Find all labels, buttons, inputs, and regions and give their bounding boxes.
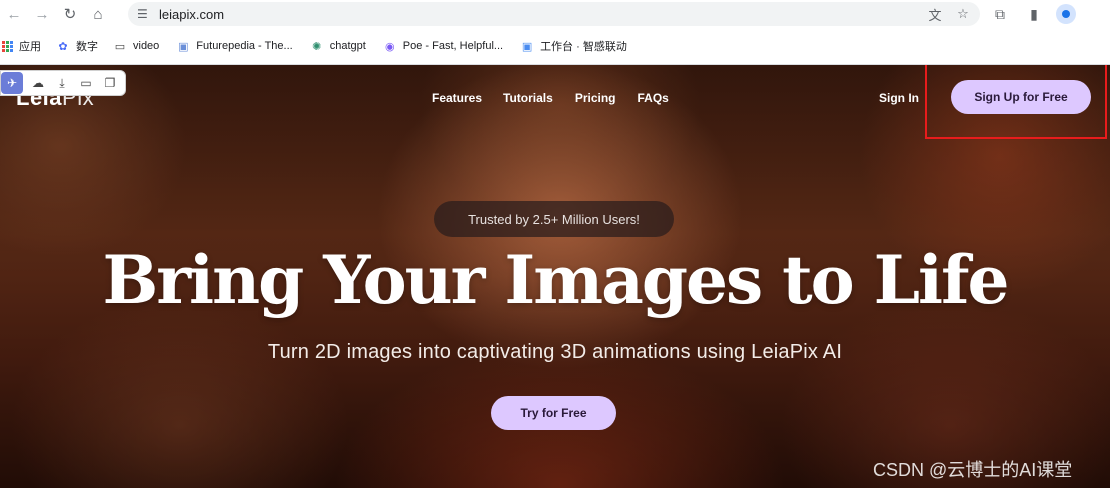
address-bar[interactable]: ☰ leiapix.com 文 ☆ bbox=[128, 2, 980, 26]
watermark: CSDN @云博士的AI课堂 bbox=[873, 460, 1073, 480]
hero-subheadline: Turn 2D images into captivating 3D anima… bbox=[267, 341, 843, 363]
gear-icon: ✿ bbox=[58, 40, 68, 53]
bookmark-label: Poe - Fast, Helpful... bbox=[402, 40, 504, 52]
home-icon[interactable]: ⌂ bbox=[84, 0, 112, 28]
cloud-upload-icon[interactable]: ☁ bbox=[29, 74, 47, 92]
tv-icon[interactable]: ▭ bbox=[77, 74, 95, 92]
extension-toolbar: ✈ ☁ ⤓ ▭ ❐ bbox=[0, 70, 126, 96]
nav-tutorials[interactable]: Tutorials bbox=[503, 91, 553, 105]
annotation-highlight-box bbox=[925, 65, 1107, 139]
bookmark-label: 应用 bbox=[19, 41, 41, 53]
reload-icon[interactable]: ↻ bbox=[56, 0, 84, 28]
bookmark-label: 数字 bbox=[76, 41, 98, 53]
page-icon: ▣ bbox=[178, 40, 189, 53]
bookmark-shuzi[interactable]: ✿ 数字 bbox=[55, 35, 106, 57]
profile-avatar[interactable] bbox=[1056, 4, 1076, 24]
copy-icon[interactable]: ❐ bbox=[101, 74, 119, 92]
bookmark-label: Futurepedia - The... bbox=[196, 40, 293, 52]
nav-features[interactable]: Features bbox=[432, 91, 482, 105]
bookmark-apps[interactable]: 应用 bbox=[2, 35, 49, 57]
site-info-icon[interactable]: ☰ bbox=[137, 7, 157, 21]
bookmarks-bar: 应用 ✿ 数字 ▭ video ▣ Futurepedia - The... ✺… bbox=[0, 28, 1110, 65]
try-for-free-button[interactable]: Try for Free bbox=[491, 396, 616, 430]
hero-headline: Bring Your Images to Life bbox=[102, 241, 1010, 319]
trusted-badge: Trusted by 2.5+ Million Users! bbox=[434, 201, 674, 237]
nav-faqs[interactable]: FAQs bbox=[638, 91, 669, 105]
bookmark-workbench[interactable]: ▣ 工作台 · 智感联动 bbox=[519, 35, 635, 57]
openai-icon: ✺ bbox=[312, 40, 322, 53]
avatar-dot bbox=[1062, 10, 1070, 18]
translate-icon[interactable]: 文 bbox=[926, 5, 944, 23]
bookmark-chatgpt[interactable]: ✺ chatgpt bbox=[309, 35, 374, 57]
folder-icon: ▭ bbox=[114, 40, 126, 53]
hero-section: ✈ ☁ ⤓ ▭ ❐ LeiaPix Features Tutorials Pri… bbox=[0, 65, 1110, 488]
bookmark-star-icon[interactable]: ☆ bbox=[954, 5, 972, 23]
bookmark-label: 工作台 · 智感联动 bbox=[540, 41, 627, 53]
apps-grid-icon bbox=[2, 40, 14, 52]
poe-icon: ◉ bbox=[384, 40, 395, 53]
url-text[interactable]: leiapix.com bbox=[159, 7, 224, 22]
side-panel-icon[interactable]: ▮ bbox=[1022, 2, 1046, 26]
bookmark-label: video bbox=[133, 40, 160, 52]
back-arrow-icon[interactable]: ← bbox=[0, 0, 28, 28]
forward-arrow-icon[interactable]: → bbox=[28, 0, 56, 28]
site-nav: Features Tutorials Pricing FAQs bbox=[432, 91, 691, 105]
bookmark-poe[interactable]: ◉ Poe - Fast, Helpful... bbox=[382, 35, 511, 57]
extension-logo-icon[interactable]: ✈ bbox=[1, 72, 23, 94]
app-icon: ▣ bbox=[521, 40, 533, 53]
browser-toolbar: ← → ↻ ⌂ ☰ leiapix.com 文 ☆ ⧉ ▮ bbox=[0, 0, 1110, 28]
extensions-icon[interactable]: ⧉ bbox=[988, 2, 1012, 26]
nav-pricing[interactable]: Pricing bbox=[575, 91, 616, 105]
download-icon[interactable]: ⤓ bbox=[53, 74, 71, 92]
sign-in-link[interactable]: Sign In bbox=[879, 91, 919, 105]
bookmark-label: chatgpt bbox=[329, 40, 366, 52]
bookmark-video[interactable]: ▭ video bbox=[112, 35, 167, 57]
bookmark-futurepedia[interactable]: ▣ Futurepedia - The... bbox=[175, 35, 300, 57]
